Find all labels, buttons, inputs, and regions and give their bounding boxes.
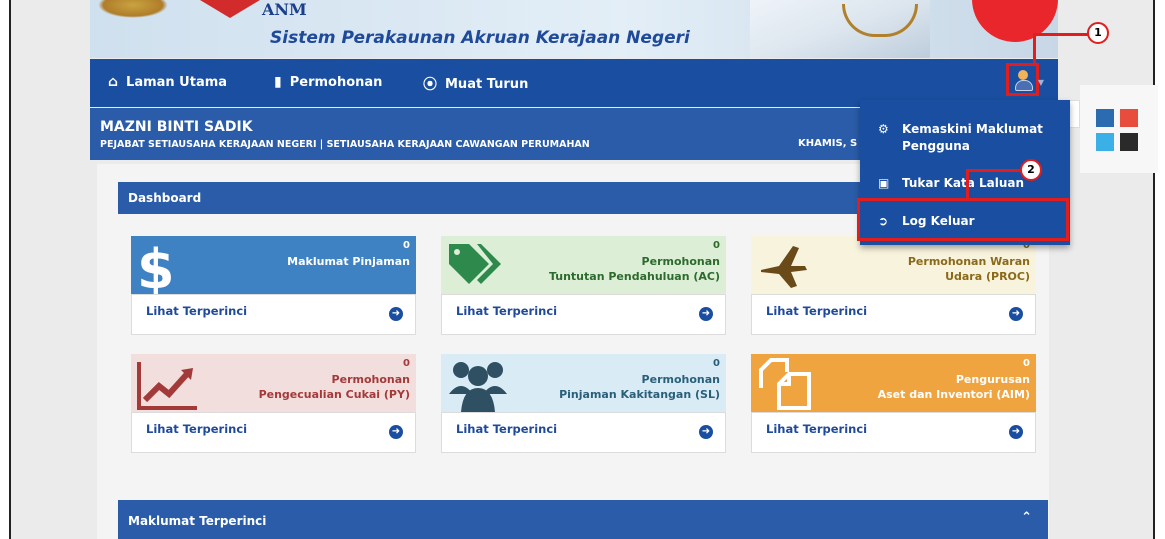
card-count: 0 [403,240,410,251]
card-title-line2: Pengecualian Cukai (PY) [258,388,410,401]
card-title-line1: Permohonan Waran [907,255,1030,268]
nav-permohonan[interactable]: ▮ Permohonan [274,74,382,90]
theme-swatch-lightblue[interactable] [1096,133,1114,151]
menu-label-line2: Pengguna [902,139,970,153]
book-icon: ▮ [274,74,282,90]
gear-icon: ⚙ [878,122,889,136]
view-details-link[interactable]: Lihat Terperinci [456,422,557,436]
menu-item-kemaskini[interactable]: ⚙ Kemaskini Maklumat Pengguna [878,122,1043,153]
view-details-link[interactable]: Lihat Terperinci [146,304,247,318]
card-count: 0 [403,358,410,369]
card-title-line2: Aset dan Inventori (AIM) [877,388,1030,401]
annotation-line-2v [966,169,969,199]
card-title-line1: Permohonan [331,373,410,386]
download-icon: ⦿ [423,77,437,93]
card-pinjaman-kakitangan: 0 Permohonan Pinjaman Kakitangan (SL) Li… [441,354,726,453]
menu-label-line1: Kemaskini Maklumat [902,122,1043,136]
nav-label: Permohonan [289,74,383,90]
plane-icon [761,246,807,288]
chart-line-icon [137,362,197,410]
org-short-name: ANM [262,0,307,19]
arrow-circle-right-icon[interactable]: ➜ [389,425,403,439]
card-tuntutan-pendahuluan: 0 Permohonan Tuntutan Pendahuluan (AC) L… [441,236,726,335]
annotation-line-2h [966,169,1022,172]
caret-down-icon: ▼ [1037,78,1044,87]
card-count: 0 [713,240,720,251]
svg-text:$: $ [137,240,173,294]
theme-swatch-red[interactable] [1120,109,1138,127]
lock-icon: ▣ [878,176,890,190]
view-details-link[interactable]: Lihat Terperinci [766,422,867,436]
annotation-marker-2: 2 [1020,159,1042,181]
card-footer[interactable]: Lihat Terperinci ➜ [441,412,726,453]
menu-label: Tukar Kata Laluan [902,176,1025,190]
flag-icon [200,0,260,18]
card-count: 0 [1023,358,1030,369]
view-details-link[interactable]: Lihat Terperinci [766,304,867,318]
arrow-circle-right-icon[interactable]: ➜ [1009,307,1023,321]
view-details-link[interactable]: Lihat Terperinci [456,304,557,318]
nav-muat-turun[interactable]: ⦿ Muat Turun [423,74,528,94]
arrow-circle-right-icon[interactable]: ➜ [699,307,713,321]
user-avatar-icon [1018,70,1028,80]
card-title-line2: Pinjaman Kakitangan (SL) [559,388,720,401]
system-title: Sistem Perakaunan Akruan Kerajaan Negeri [270,28,690,48]
current-date: KHAMIS, S [798,138,858,149]
annotation-marker-1: 1 [1087,22,1109,44]
arrow-circle-right-icon[interactable]: ➜ [389,307,403,321]
user-department: PEJABAT SETIAUSAHA KERAJAAN NEGERI | SET… [100,139,590,150]
home-icon: ⌂ [108,74,119,90]
nav-label: Muat Turun [445,76,529,92]
logout-highlight-box [857,198,1069,241]
card-pengecualian-cukai: 0 Permohonan Pengecualian Cukai (PY) Lih… [131,354,416,453]
card-waran-udara: 0 Permohonan Waran Udara (PROC) Lihat Te… [751,236,1036,335]
card-footer[interactable]: Lihat Terperinci ➜ [441,294,726,335]
card-maklumat-pinjaman: $ 0 Maklumat Pinjaman Lihat Terperinci ➜ [131,236,416,335]
dollar-icon: $ [137,240,173,294]
view-details-link[interactable]: Lihat Terperinci [146,422,247,436]
nav-label: Laman Utama [126,74,228,90]
card-title-line2: Udara (PROC) [945,270,1030,283]
card-footer[interactable]: Lihat Terperinci ➜ [751,294,1036,335]
menu-item-tukar-kata-laluan[interactable]: ▣ Tukar Kata Laluan [878,176,1024,190]
section-title: Maklumat Terperinci [128,514,267,528]
annotation-line-1h [1033,33,1088,36]
chevron-up-icon[interactable]: ⌃ [1021,510,1032,525]
card-title-line1: Permohonan [641,255,720,268]
theme-swatch-blue[interactable] [1096,109,1114,127]
card-title-line1: Pengurusan [955,373,1030,386]
theme-color-panel [1080,85,1158,173]
user-menu-button[interactable]: ▼ [1006,63,1044,96]
card-count: 0 [713,358,720,369]
tags-icon [449,244,501,284]
card-title: Maklumat Pinjaman [287,255,410,268]
card-title-line1: Permohonan [641,373,720,386]
nav-laman-utama[interactable]: ⌂ Laman Utama [108,74,227,90]
users-icon [449,362,507,412]
theme-swatch-dark[interactable] [1120,133,1138,151]
header-banner: ANM Sistem Perakaunan Akruan Kerajaan Ne… [90,0,1058,58]
arrow-circle-right-icon[interactable]: ➜ [1009,425,1023,439]
card-footer[interactable]: Lihat Terperinci ➜ [131,412,416,453]
card-footer[interactable]: Lihat Terperinci ➜ [751,412,1036,453]
arrow-circle-right-icon[interactable]: ➜ [699,425,713,439]
card-title-line2: Tuntutan Pendahuluan (AC) [548,270,720,283]
maklumat-terperinci-header[interactable]: Maklumat Terperinci ⌃ [118,500,1048,539]
user-name: MAZNI BINTI SADIK [100,119,253,135]
card-footer[interactable]: Lihat Terperinci ➜ [131,294,416,335]
files-icon [759,358,811,410]
annotation-line-1v [1033,33,1036,63]
state-crest-left-icon [98,0,168,18]
card-aset-inventori: 0 Pengurusan Aset dan Inventori (AIM) Li… [751,354,1036,453]
